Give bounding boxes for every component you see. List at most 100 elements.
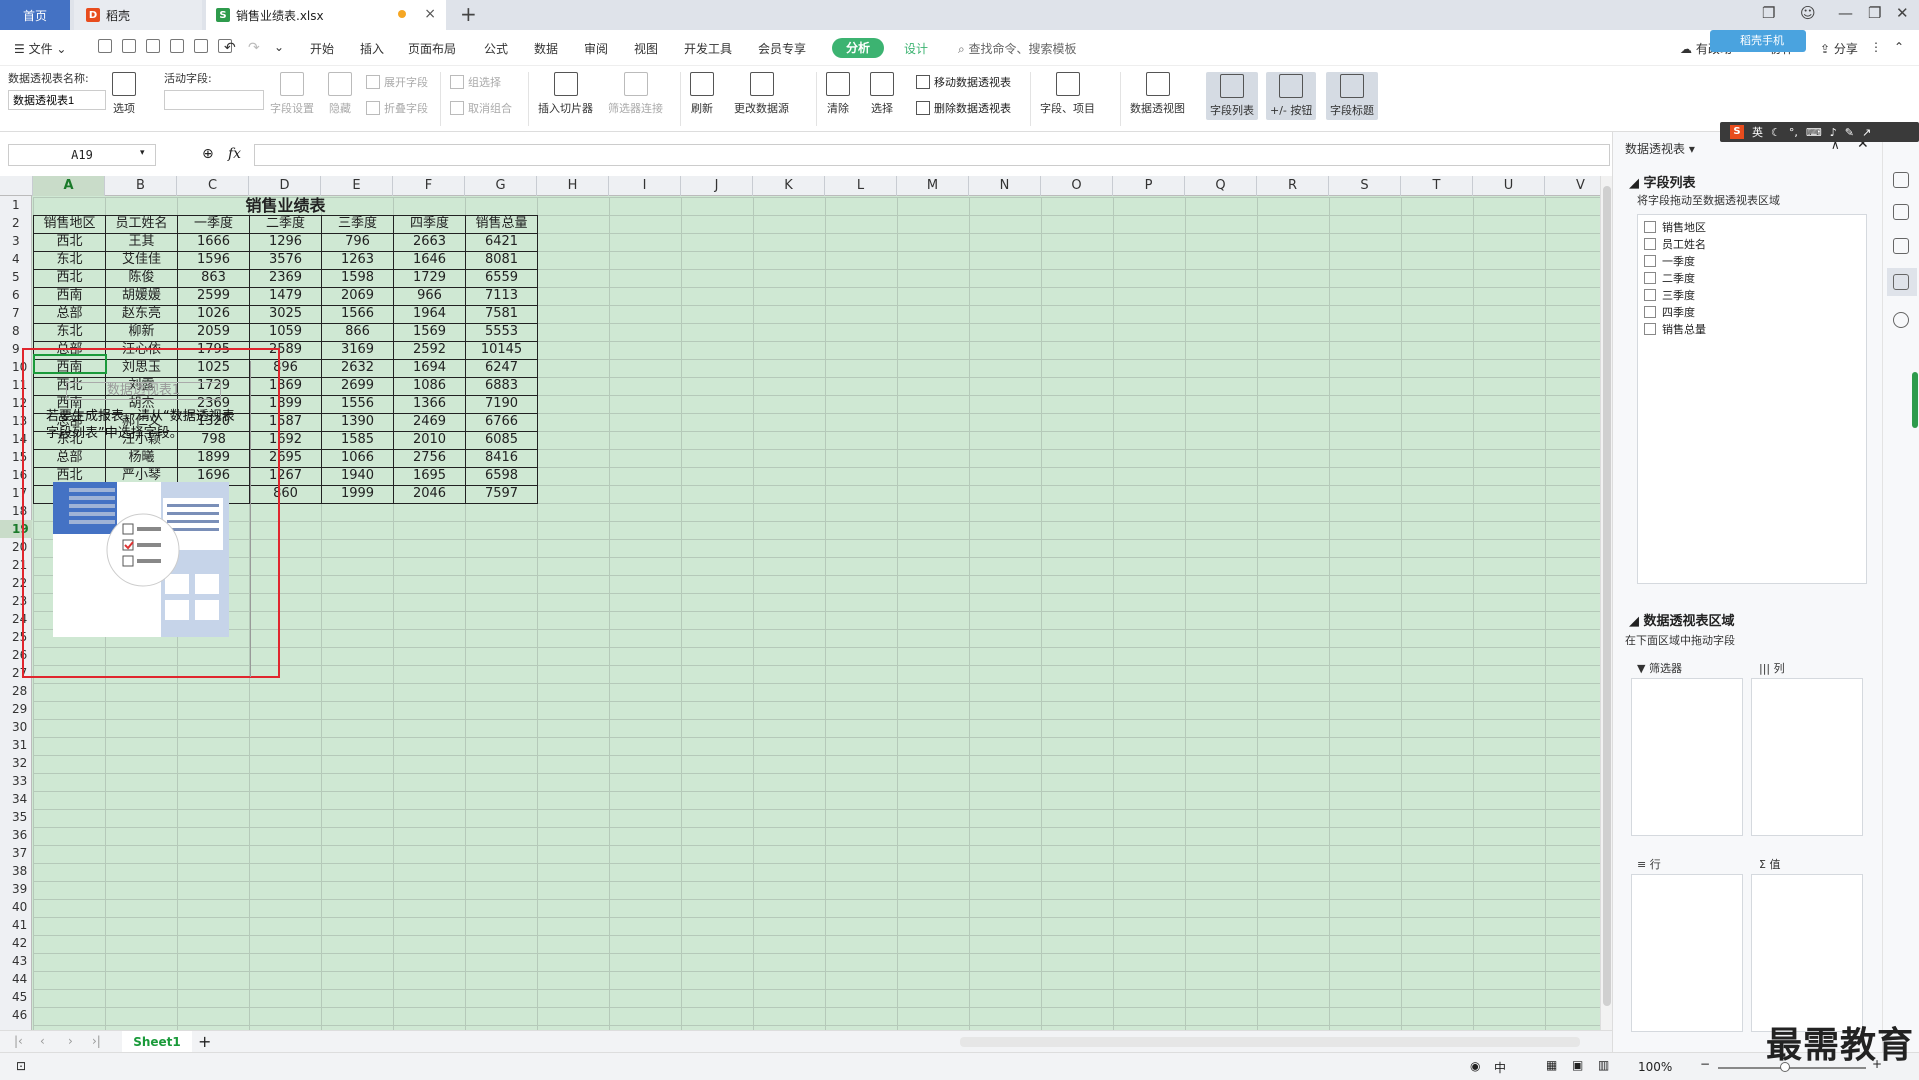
field-checkbox[interactable] <box>1644 272 1656 284</box>
macro-icon[interactable]: ⊡ <box>16 1059 26 1073</box>
table-cell[interactable]: 1026 <box>177 304 250 324</box>
filter-connection-button[interactable]: 筛选器连接 <box>608 72 663 116</box>
tab-home[interactable]: 首页 <box>0 0 70 30</box>
column-drop-area[interactable] <box>1751 678 1863 836</box>
vertical-scrollbar[interactable] <box>1600 176 1612 1030</box>
table-cell[interactable]: 总部 <box>33 304 106 324</box>
field-checkbox[interactable] <box>1644 289 1656 301</box>
column-header[interactable]: T <box>1401 176 1473 196</box>
options-button[interactable]: 选项 <box>112 72 136 116</box>
column-header[interactable]: D <box>249 176 321 196</box>
table-cell[interactable]: 1263 <box>321 250 394 270</box>
table-cell[interactable]: 6598 <box>465 466 538 486</box>
table-cell[interactable]: 艾佳佳 <box>105 250 178 270</box>
table-header-cell[interactable]: 销售地区 <box>33 214 106 234</box>
table-cell[interactable]: 2469 <box>393 412 466 432</box>
table-cell[interactable]: 2369 <box>249 268 322 288</box>
table-cell[interactable]: 2059 <box>177 322 250 342</box>
sheet-title[interactable]: 销售业绩表 <box>34 197 538 215</box>
table-cell[interactable]: 1666 <box>177 232 250 252</box>
value-drop-area[interactable] <box>1751 874 1863 1032</box>
table-cell[interactable]: 2632 <box>321 358 394 378</box>
page-break-view-icon[interactable]: ▥ <box>1598 1058 1609 1072</box>
row-header[interactable]: 6 <box>0 286 32 304</box>
column-header[interactable]: M <box>897 176 969 196</box>
table-cell[interactable]: 7597 <box>465 484 538 504</box>
table-cell[interactable]: 1086 <box>393 376 466 396</box>
table-cell[interactable]: 8081 <box>465 250 538 270</box>
input-mode-icon[interactable]: 中 <box>1494 1059 1506 1076</box>
menu-member[interactable]: 会员专享 <box>758 40 806 57</box>
table-cell[interactable]: 2599 <box>177 286 250 306</box>
cloud-phone-button[interactable]: 稻壳手机 <box>1710 30 1806 52</box>
column-header[interactable]: F <box>393 176 465 196</box>
table-cell[interactable]: 1390 <box>321 412 394 432</box>
table-cell[interactable]: 6085 <box>465 430 538 450</box>
prev-sheet-icon[interactable]: ‹ <box>40 1034 45 1048</box>
scrollbar-thumb[interactable] <box>1603 186 1611 1006</box>
undo-icon[interactable]: ↶ <box>224 40 236 56</box>
menu-start[interactable]: 开始 <box>310 40 334 57</box>
print-icon[interactable] <box>170 39 184 53</box>
table-cell[interactable]: 1598 <box>321 268 394 288</box>
table-cell[interactable]: 6883 <box>465 376 538 396</box>
table-header-cell[interactable]: 三季度 <box>321 214 394 234</box>
row-header[interactable]: 7 <box>0 304 32 322</box>
eye-protection-icon[interactable]: ◉ <box>1470 1059 1480 1073</box>
table-cell[interactable]: 陈俊 <box>105 268 178 288</box>
tab-analyze[interactable]: 分析 <box>832 38 884 58</box>
refresh-button[interactable]: 刷新 <box>690 72 714 116</box>
zoom-icon[interactable]: ⊕ <box>202 146 214 162</box>
zoom-out-icon[interactable]: − <box>1700 1057 1710 1071</box>
field-item[interactable]: 一季度 <box>1644 253 1695 269</box>
table-cell[interactable]: 2010 <box>393 430 466 450</box>
fields-items-button[interactable]: 字段、项目 <box>1040 72 1095 116</box>
sheet-tab-sheet1[interactable]: Sheet1 <box>122 1031 192 1053</box>
table-cell[interactable]: 7581 <box>465 304 538 324</box>
active-field-input[interactable] <box>164 90 264 110</box>
table-cell[interactable]: 1695 <box>393 466 466 486</box>
table-cell[interactable]: 1596 <box>177 250 250 270</box>
row-header[interactable]: 32 <box>0 754 32 772</box>
table-cell[interactable]: 10145 <box>465 340 538 360</box>
settings-sliders-icon[interactable] <box>1893 238 1909 254</box>
table-cell[interactable]: 3169 <box>321 340 394 360</box>
table-cell[interactable]: 1479 <box>249 286 322 306</box>
field-item[interactable]: 销售地区 <box>1644 219 1706 235</box>
row-header[interactable]: 40 <box>0 898 32 916</box>
table-cell[interactable]: 8416 <box>465 448 538 468</box>
page-layout-view-icon[interactable]: ▣ <box>1572 1058 1583 1072</box>
table-cell[interactable]: 7190 <box>465 394 538 414</box>
menu-view[interactable]: 视图 <box>634 40 658 57</box>
normal-view-icon[interactable]: ▦ <box>1546 1058 1557 1072</box>
table-cell[interactable]: 1566 <box>321 304 394 324</box>
table-cell[interactable]: 2663 <box>393 232 466 252</box>
panel-scroll-indicator[interactable] <box>1912 372 1918 428</box>
field-item[interactable]: 二季度 <box>1644 270 1695 286</box>
table-cell[interactable]: 866 <box>321 322 394 342</box>
table-cell[interactable]: 2756 <box>393 448 466 468</box>
table-header-cell[interactable]: 二季度 <box>249 214 322 234</box>
column-header[interactable]: P <box>1113 176 1185 196</box>
help-icon[interactable] <box>1893 312 1909 328</box>
field-item[interactable]: 三季度 <box>1644 287 1695 303</box>
row-header[interactable]: 8 <box>0 322 32 340</box>
pivot-chart-button[interactable]: 数据透视图 <box>1130 72 1185 116</box>
row-header[interactable]: 1 <box>0 196 32 214</box>
row-header[interactable]: 29 <box>0 700 32 718</box>
column-header[interactable]: N <box>969 176 1041 196</box>
move-pivot-button[interactable]: 移动数据透视表 <box>916 74 1011 90</box>
insert-slicer-button[interactable]: 插入切片器 <box>538 72 593 116</box>
row-header[interactable]: 42 <box>0 934 32 952</box>
table-cell[interactable]: 1296 <box>249 232 322 252</box>
format-painter-icon[interactable] <box>146 39 160 53</box>
row-header[interactable]: 31 <box>0 736 32 754</box>
field-list-button[interactable]: 字段列表 <box>1206 72 1258 120</box>
row-header[interactable]: 33 <box>0 772 32 790</box>
table-cell[interactable]: 3025 <box>249 304 322 324</box>
table-cell[interactable]: 1066 <box>321 448 394 468</box>
table-cell[interactable]: 东北 <box>33 250 106 270</box>
column-header[interactable]: R <box>1257 176 1329 196</box>
table-cell[interactable]: 3576 <box>249 250 322 270</box>
field-item[interactable]: 销售总量 <box>1644 321 1706 337</box>
